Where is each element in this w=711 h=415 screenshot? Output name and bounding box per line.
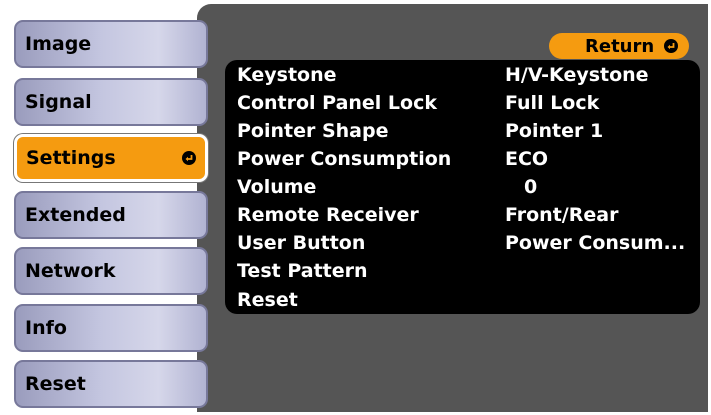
sidebar-item-signal[interactable]: Signal — [14, 78, 208, 126]
sidebar-item-label: Network — [25, 260, 116, 282]
setting-label: Reset — [237, 289, 298, 311]
sidebar-item-network[interactable]: Network — [14, 247, 208, 295]
sidebar-item-label: Reset — [25, 373, 86, 395]
setting-value: Pointer 1 — [505, 120, 604, 142]
sidebar-item-label: Info — [25, 317, 67, 339]
sidebar-item-extended[interactable]: Extended — [14, 191, 208, 239]
sidebar-item-image[interactable]: Image — [14, 20, 208, 68]
setting-label: User Button — [237, 232, 366, 254]
setting-row-test-pattern[interactable]: Test Pattern — [237, 258, 697, 286]
setting-label: Volume — [237, 176, 317, 198]
setting-row-keystone[interactable]: Keystone H/V-Keystone — [237, 62, 697, 90]
setting-label: Keystone — [237, 64, 337, 86]
setting-value: ECO — [505, 148, 549, 170]
setting-row-remote-receiver[interactable]: Remote Receiver Front/Rear — [237, 202, 697, 230]
setting-row-volume[interactable]: Volume 0 — [237, 174, 697, 202]
setting-value: H/V-Keystone — [505, 64, 649, 86]
sidebar-item-label: Settings — [26, 147, 116, 169]
setting-label: Control Panel Lock — [237, 92, 437, 114]
setting-row-control-panel-lock[interactable]: Control Panel Lock Full Lock — [237, 90, 697, 118]
sidebar-item-label: Image — [25, 33, 92, 55]
return-label: Return — [585, 35, 655, 57]
setting-row-pointer-shape[interactable]: Pointer Shape Pointer 1 — [237, 118, 697, 146]
setting-label: Power Consumption — [237, 148, 452, 170]
enter-icon — [664, 39, 678, 53]
setting-row-reset[interactable]: Reset — [237, 287, 697, 315]
enter-icon — [182, 151, 196, 165]
setting-label: Pointer Shape — [237, 120, 389, 142]
return-button[interactable]: Return — [549, 33, 689, 59]
sidebar-item-settings[interactable]: Settings — [14, 134, 208, 182]
setting-value: 0 — [524, 176, 538, 198]
sidebar-item-label: Extended — [25, 204, 126, 226]
setting-value: Power Consum... — [505, 232, 686, 254]
sidebar: Image Signal Settings Extended Network I… — [0, 0, 215, 415]
setting-value: Full Lock — [505, 92, 600, 114]
sidebar-item-reset[interactable]: Reset — [14, 360, 208, 408]
sidebar-item-label: Signal — [25, 91, 92, 113]
setting-row-power-consumption[interactable]: Power Consumption ECO — [237, 146, 697, 174]
setting-label: Test Pattern — [237, 260, 368, 282]
setting-label: Remote Receiver — [237, 204, 419, 226]
setting-value: Front/Rear — [505, 204, 619, 226]
sidebar-item-info[interactable]: Info — [14, 304, 208, 352]
setting-row-user-button[interactable]: User Button Power Consum... — [237, 230, 697, 258]
